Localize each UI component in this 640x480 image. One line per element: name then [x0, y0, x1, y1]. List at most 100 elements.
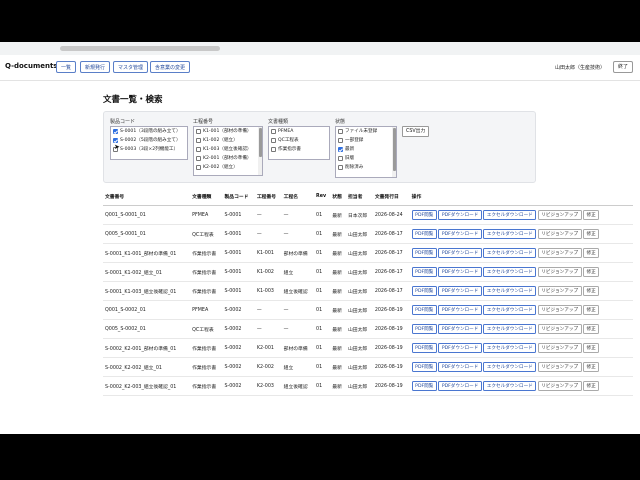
excel-download-button[interactable]: エクセルダウンロード — [483, 229, 537, 239]
pdf-download-button[interactable]: PDFダウンロード — [438, 305, 482, 315]
checkbox[interactable] — [338, 156, 343, 161]
logout-button[interactable]: 終了 — [613, 61, 633, 73]
product-filter-option[interactable]: S-0001（3段階の組み立て） — [111, 127, 187, 136]
edit-button[interactable]: 修正 — [583, 248, 600, 258]
status-filter-option[interactable]: 削除済み — [336, 163, 396, 172]
pdf-view-button[interactable]: PDF閲覧 — [411, 286, 437, 296]
nav-new-issue-button[interactable]: 新規発行 — [80, 61, 111, 73]
revision-up-button[interactable]: リビジョンアップ — [537, 267, 582, 277]
excel-download-button[interactable]: エクセルダウンロード — [483, 343, 537, 353]
table-cell: S-0002_K2-002_組立_01 — [103, 357, 191, 377]
process-filter-option[interactable]: K2-002（組立） — [194, 163, 262, 172]
edit-button[interactable]: 修正 — [583, 267, 600, 277]
edit-button[interactable]: 修正 — [583, 286, 600, 296]
excel-download-button[interactable]: エクセルダウンロード — [483, 324, 537, 334]
doctype-filter-option[interactable]: PFMEA — [269, 127, 329, 136]
revision-up-button[interactable]: リビジョンアップ — [537, 210, 582, 220]
checkbox[interactable] — [196, 138, 201, 143]
process-filter-list[interactable]: K1-001（部材の準備） K1-002（組立） K1-003（組立後確認） K2-0… — [193, 126, 263, 176]
revision-up-button[interactable]: リビジョンアップ — [537, 324, 582, 334]
product-filter-option[interactable]: S-0002（5段階の組み立て） — [111, 136, 187, 145]
pdf-view-button[interactable]: PDF閲覧 — [411, 267, 437, 277]
edit-button[interactable]: 修正 — [583, 324, 600, 334]
checkbox[interactable] — [271, 147, 276, 152]
process-filter-option[interactable]: K1-001（部材の準備） — [194, 127, 262, 136]
checkbox[interactable] — [113, 129, 118, 134]
table-cell: 山田太郎 — [346, 224, 373, 244]
checkbox[interactable] — [338, 147, 343, 152]
doctype-filter-option[interactable]: QC工程表 — [269, 136, 329, 145]
browser-address-bar[interactable] — [0, 42, 640, 56]
pdf-view-button[interactable]: PDF閲覧 — [411, 362, 437, 372]
pdf-download-button[interactable]: PDFダウンロード — [438, 286, 482, 296]
process-filter-option[interactable]: K1-002（組立） — [194, 136, 262, 145]
edit-button[interactable]: 修正 — [583, 210, 600, 220]
doctype-filter-option-label: QC工程表 — [278, 138, 299, 143]
status-filter-option[interactable]: 旧版 — [336, 154, 396, 163]
process-list-scrollbar[interactable] — [258, 127, 262, 175]
excel-download-button[interactable]: エクセルダウンロード — [483, 210, 537, 220]
process-filter-option[interactable]: K1-003（組立後確認） — [194, 145, 262, 154]
nav-change-button[interactable]: 含意業の変更 — [150, 61, 191, 73]
checkbox[interactable] — [338, 129, 343, 134]
pdf-download-button[interactable]: PDFダウンロード — [438, 248, 482, 258]
nav-master-button[interactable]: マスタ管理 — [113, 61, 149, 73]
checkbox[interactable] — [196, 165, 201, 170]
pdf-view-button[interactable]: PDF閲覧 — [411, 305, 437, 315]
excel-download-button[interactable]: エクセルダウンロード — [483, 381, 537, 391]
status-filter-option[interactable]: 最新 — [336, 145, 396, 154]
excel-download-button[interactable]: エクセルダウンロード — [483, 248, 537, 258]
revision-up-button[interactable]: リビジョンアップ — [537, 229, 582, 239]
pdf-view-button[interactable]: PDF閲覧 — [411, 229, 437, 239]
checkbox[interactable] — [338, 165, 343, 170]
checkbox[interactable] — [196, 129, 201, 134]
edit-button[interactable]: 修正 — [583, 229, 600, 239]
checkbox[interactable] — [338, 138, 343, 143]
pdf-download-button[interactable]: PDFダウンロード — [438, 229, 482, 239]
csv-export-button[interactable]: CSV出力 — [402, 126, 430, 137]
pdf-view-button[interactable]: PDF閲覧 — [411, 324, 437, 334]
pdf-download-button[interactable]: PDFダウンロード — [438, 362, 482, 372]
pdf-download-button[interactable]: PDFダウンロード — [438, 267, 482, 277]
table-cell: 最新 — [330, 205, 346, 225]
pdf-view-button[interactable]: PDF閲覧 — [411, 248, 437, 258]
edit-button[interactable]: 修正 — [583, 362, 600, 372]
excel-download-button[interactable]: エクセルダウンロード — [483, 305, 537, 315]
checkbox[interactable] — [196, 147, 201, 152]
pdf-download-button[interactable]: PDFダウンロード — [438, 343, 482, 353]
pdf-view-button[interactable]: PDF閲覧 — [411, 343, 437, 353]
revision-up-button[interactable]: リビジョンアップ — [537, 305, 582, 315]
product-filter-option[interactable]: S-0003（3段×2列機能工） — [111, 145, 187, 154]
pdf-download-button[interactable]: PDFダウンロード — [438, 210, 482, 220]
checkbox[interactable] — [271, 129, 276, 134]
pdf-download-button[interactable]: PDFダウンロード — [438, 381, 482, 391]
revision-up-button[interactable]: リビジョンアップ — [537, 362, 582, 372]
edit-button[interactable]: 修正 — [583, 305, 600, 315]
revision-up-button[interactable]: リビジョンアップ — [537, 343, 582, 353]
status-list-scrollbar[interactable] — [392, 127, 396, 177]
filter-panel: 製品コード S-0001（3段階の組み立て） S-0002（5段階の組み立て） S-… — [103, 111, 536, 183]
excel-download-button[interactable]: エクセルダウンロード — [483, 267, 537, 277]
product-filter-list[interactable]: S-0001（3段階の組み立て） S-0002（5段階の組み立て） S-0003（3… — [110, 126, 188, 160]
status-filter-list[interactable]: ファイル未登録 一部登録 最新 旧版 削除済み — [335, 126, 397, 178]
pdf-download-button[interactable]: PDFダウンロード — [438, 324, 482, 334]
excel-download-button[interactable]: エクセルダウンロード — [483, 286, 537, 296]
table-cell: — — [281, 205, 315, 225]
table-cell: 山田太郎 — [346, 338, 373, 358]
status-filter-option[interactable]: 一部登録 — [336, 136, 396, 145]
checkbox[interactable] — [196, 156, 201, 161]
doctype-filter-option[interactable]: 作業指示書 — [269, 145, 329, 154]
pdf-view-button[interactable]: PDF閲覧 — [411, 381, 437, 391]
doctype-filter-list[interactable]: PFMEA QC工程表作業指示書 — [268, 126, 330, 160]
edit-button[interactable]: 修正 — [583, 343, 600, 353]
revision-up-button[interactable]: リビジョンアップ — [537, 381, 582, 391]
nav-list-button[interactable]: 一覧 — [56, 61, 77, 73]
excel-download-button[interactable]: エクセルダウンロード — [483, 362, 537, 372]
revision-up-button[interactable]: リビジョンアップ — [537, 286, 582, 296]
pdf-view-button[interactable]: PDF閲覧 — [411, 210, 437, 220]
status-filter-option[interactable]: ファイル未登録 — [336, 127, 396, 136]
process-filter-option[interactable]: K2-001（部材の準備） — [194, 154, 262, 163]
edit-button[interactable]: 修正 — [583, 381, 600, 391]
checkbox[interactable] — [271, 138, 276, 143]
revision-up-button[interactable]: リビジョンアップ — [537, 248, 582, 258]
